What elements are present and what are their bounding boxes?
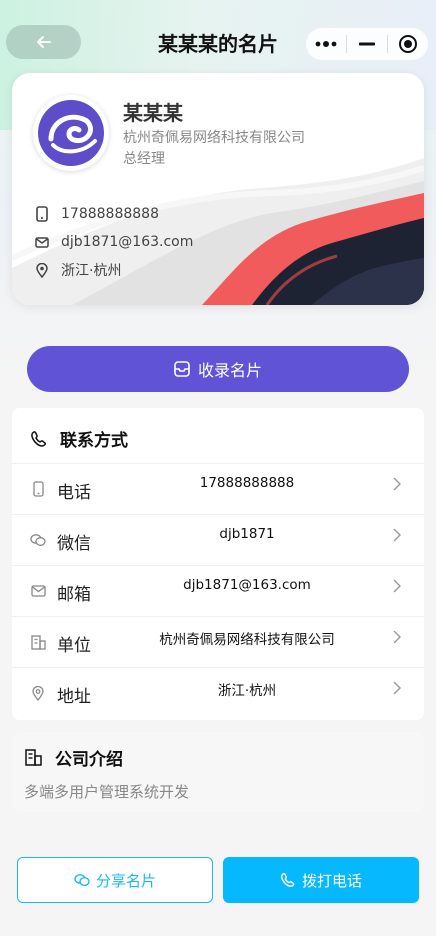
card-address: 浙江·杭州 — [61, 263, 122, 279]
contact-row-email[interactable]: 邮箱 djb1871@163.com — [12, 565, 424, 616]
phone-handset-icon — [30, 430, 50, 448]
contact-row-label: 电话 — [57, 483, 91, 503]
contact-row-value: 17888888888 — [199, 475, 295, 491]
phone-handset-icon — [280, 872, 296, 888]
contact-row-value: 杭州奇佩易网络科技有限公司 — [159, 632, 335, 648]
contact-row-wechat[interactable]: 微信 djb1871 — [12, 514, 424, 565]
contact-row-label: 地址 — [57, 687, 91, 707]
company-intro-section: 公司介绍 多端多用户管理系统开发 — [12, 732, 424, 812]
close-button[interactable] — [388, 28, 428, 60]
card-job-title: 总经理 — [123, 151, 165, 167]
contact-section-title: 联系方式 — [60, 431, 128, 451]
call-phone-button[interactable]: 拨打电话 — [223, 857, 419, 903]
card-person-name: 某某某 — [123, 101, 183, 125]
contact-row-label: 微信 — [57, 534, 91, 554]
close-target-icon — [399, 35, 417, 53]
contact-row-value: 浙江·杭州 — [217, 683, 277, 699]
collect-card-button[interactable]: 收录名片 — [27, 346, 409, 392]
share-card-label: 分享名片 — [95, 871, 156, 890]
card-phone-line: 17888888888 — [34, 204, 159, 224]
contact-row-label: 邮箱 — [57, 585, 91, 605]
chevron-right-icon — [393, 578, 401, 597]
company-intro-title: 公司介绍 — [55, 750, 123, 770]
contact-row-label: 单位 — [57, 636, 91, 656]
company-intro-text: 多端多用户管理系统开发 — [24, 783, 190, 801]
phone-icon — [34, 206, 50, 222]
collect-card-label: 收录名片 — [197, 361, 262, 380]
contact-row-value: djb1871@163.com — [183, 577, 311, 593]
card-address-line: 浙江·杭州 — [34, 260, 121, 280]
phone-icon — [30, 481, 46, 497]
minimize-icon — [359, 42, 375, 46]
share-card-button[interactable]: 分享名片 — [17, 857, 213, 903]
card-email-line: djb1871@163.com — [34, 232, 193, 252]
mini-program-capsule — [305, 27, 429, 61]
mail-icon — [34, 234, 50, 250]
card-phone: 17888888888 — [61, 206, 159, 222]
card-email: djb1871@163.com — [61, 234, 194, 250]
building-icon — [30, 634, 46, 650]
card-company-name: 杭州奇佩易网络科技有限公司 — [123, 130, 305, 146]
contact-section-header: 联系方式 — [30, 426, 128, 451]
chevron-right-icon — [393, 629, 401, 648]
mail-icon — [30, 583, 46, 599]
more-button[interactable] — [306, 28, 346, 60]
more-dots-icon — [315, 41, 337, 47]
chevron-right-icon — [393, 476, 401, 495]
contact-row-value: djb1871 — [219, 526, 275, 542]
minimize-button[interactable] — [347, 28, 387, 60]
company-intro-header: 公司介绍 — [25, 745, 123, 770]
contact-row-address[interactable]: 地址 浙江·杭州 — [12, 667, 424, 718]
wechat-icon — [74, 873, 90, 887]
wechat-icon — [30, 532, 46, 548]
chevron-right-icon — [393, 680, 401, 699]
company-logo — [33, 95, 109, 171]
location-icon — [30, 685, 46, 701]
card-box-icon — [174, 361, 190, 377]
location-icon — [34, 262, 50, 278]
company-logo-icon — [38, 100, 104, 166]
chevron-right-icon — [393, 527, 401, 546]
contact-row-phone[interactable]: 电话 17888888888 — [12, 463, 424, 514]
call-phone-label: 拨打电话 — [301, 871, 362, 890]
business-card[interactable]: 某某某 杭州奇佩易网络科技有限公司 总经理 17888888888 djb187… — [12, 73, 424, 305]
contact-section: 联系方式 电话 17888888888 微信 djb1871 邮箱 djb187… — [12, 408, 424, 720]
contact-row-company[interactable]: 单位 杭州奇佩易网络科技有限公司 — [12, 616, 424, 667]
building-icon — [25, 749, 45, 766]
